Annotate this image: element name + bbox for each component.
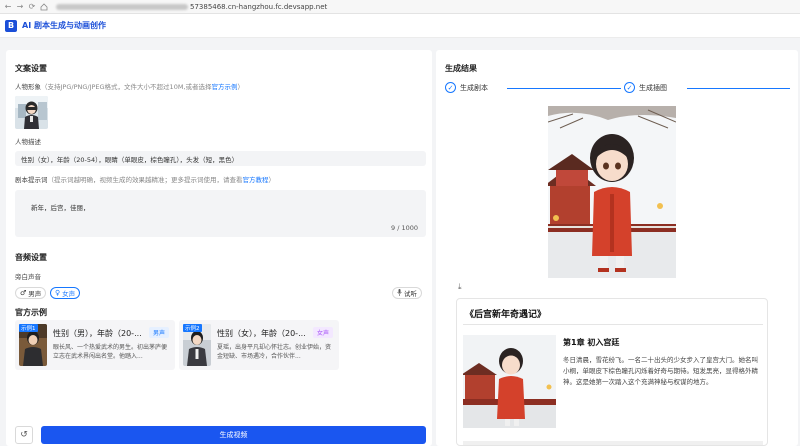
step-label: 生成剧本: [460, 83, 488, 92]
prompt-label: 剧本提示词: [15, 176, 48, 184]
app-header: B AI 剧本生成与动画创作: [0, 14, 800, 38]
example-description: 眼长风、一个热爱武术的男生。初出茅庐便立志在武术界闯出名堂。他踏入...: [53, 344, 168, 360]
prompt-hint-end: ）: [268, 176, 276, 184]
url-redacted: [56, 3, 188, 10]
example-tag: 示例1: [19, 324, 38, 332]
prompt-hint: （提示词越明确，视频生成的效果越精准；更多提示词使用，请查看: [47, 176, 243, 184]
generated-illustration: [548, 106, 676, 278]
narration-label: 旁白声音: [15, 273, 41, 281]
microphone-icon: [397, 288, 402, 298]
female-voice-button[interactable]: ♀ 女声: [50, 287, 81, 299]
step-connector: [507, 88, 621, 89]
listen-button[interactable]: 试听: [392, 287, 422, 299]
divider: [463, 324, 763, 325]
check-circle-icon: ✓: [445, 82, 456, 93]
step-label: 生成插图: [639, 83, 667, 92]
url-text: 57385468.cn-hangzhou.fc.devsapp.net: [190, 2, 328, 11]
progress-steps: ✓ 生成剧本 ✓ 生成插图: [445, 82, 790, 94]
male-voice-button[interactable]: ♂ 男声: [15, 287, 47, 299]
avatar-hint-end: ）: [237, 83, 245, 91]
check-circle-icon: ✓: [624, 82, 635, 93]
result-title: 生成结果: [445, 64, 477, 73]
female-voice-label: 女声: [62, 290, 76, 298]
prompt-label-row: 剧本提示词（提示词越明确，视频生成的效果越精准；更多提示词使用，请查看官方教程）: [15, 174, 275, 184]
reset-button[interactable]: ↺: [15, 426, 33, 444]
avatar-label-row: 人物形象（支持JPG/PNG/JPEG格式，文件大小不超过10M,或者选择官方示…: [15, 81, 244, 91]
next-chapter-preview: [463, 441, 763, 445]
address-bar[interactable]: 57385468.cn-hangzhou.fc.devsapp.net: [56, 1, 327, 13]
official-examples-title: 官方示例: [15, 308, 47, 317]
step-generate-illustration: ✓ 生成插图: [624, 82, 667, 93]
male-voice-label: 男声: [28, 290, 42, 298]
chapter-illustration: [463, 335, 556, 428]
settings-panel: 文案设置 人物形象（支持JPG/PNG/JPEG格式，文件大小不超过10M,或者…: [6, 50, 432, 446]
chapter-title: 第1章 初入宫廷: [563, 338, 620, 347]
refresh-icon: ↺: [20, 430, 28, 440]
avatar-label: 人物形象: [15, 83, 41, 91]
app-title: AI 剧本生成与动画创作: [22, 21, 106, 30]
download-icon[interactable]: ⤓: [458, 282, 462, 292]
forward-arrow-icon[interactable]: →: [14, 1, 26, 13]
result-panel: 生成结果 ✓ 生成剧本 ✓ 生成插图 ⤓ 《后宫新年奇遇记》 第1章 初入宫廷 …: [436, 50, 798, 446]
app-logo-icon: B: [5, 19, 17, 32]
official-tutorial-link[interactable]: 官方教程: [243, 176, 269, 184]
browser-toolbar: ← → ⟳ 57385468.cn-hangzhou.fc.devsapp.ne…: [0, 0, 800, 14]
character-description-input[interactable]: 性别（女），年龄（20-54），眼睛（单眼皮，棕色瞳孔），头发（短，黑色）: [15, 151, 426, 166]
copy-settings-title: 文案设置: [15, 64, 47, 73]
script-prompt-textarea[interactable]: 新年，后宫，佳丽， 9 / 1000: [15, 190, 426, 237]
reload-icon[interactable]: ⟳: [26, 1, 38, 13]
generate-video-button[interactable]: 生成视频: [41, 426, 426, 444]
example-tag: 示例2: [183, 324, 202, 332]
female-icon: ♀: [55, 289, 61, 297]
avatar-hint: （支持JPG/PNG/JPEG格式，文件大小不超过10M,或者选择: [41, 83, 212, 91]
example-card[interactable]: 示例1 性别（男），年龄（20-... 男声 眼长风、一个热爱武术的男生。初出茅…: [15, 320, 175, 370]
example-title: 性别（男），年龄（20-...: [53, 329, 141, 338]
chapter-text: 冬日清晨，雪花纷飞。一名二十出头的少女步入了皇宫大门。她名叫小桐，单眼皮下棕色瞳…: [563, 356, 758, 386]
female-voice-badge: 女声: [312, 327, 333, 338]
back-arrow-icon[interactable]: ←: [2, 1, 14, 13]
story-title: 《后宫新年奇遇记》: [465, 310, 547, 320]
male-voice-badge: 男声: [148, 327, 169, 338]
audio-settings-title: 音频设置: [15, 253, 47, 262]
male-icon: ♂: [20, 289, 27, 297]
step-connector: [687, 88, 790, 89]
story-card: 《后宫新年奇遇记》 第1章 初入宫廷 冬日清晨，雪花纷飞。一名二十出头的少女步入…: [456, 298, 768, 446]
home-icon[interactable]: [38, 1, 50, 13]
example-card[interactable]: 示例2 性别（女），年龄（20-... 女声 夏瑶，出身平凡却心怀壮志。创业伊始…: [179, 320, 339, 370]
desc-label: 人物描述: [15, 138, 41, 146]
step-generate-script: ✓ 生成剧本: [445, 82, 488, 93]
avatar-upload-thumbnail[interactable]: [15, 96, 48, 129]
official-examples-link[interactable]: 官方示例: [212, 83, 238, 91]
prompt-text: 新年，后宫，佳丽，: [31, 204, 90, 212]
example-description: 夏瑶，出身平凡却心怀壮志。创业伊始，资金短缺、市场遇冷，合作伙伴...: [217, 344, 332, 360]
example-title: 性别（女），年龄（20-...: [217, 329, 305, 338]
prompt-char-count: 9 / 1000: [391, 224, 418, 232]
listen-label: 试听: [404, 290, 417, 298]
